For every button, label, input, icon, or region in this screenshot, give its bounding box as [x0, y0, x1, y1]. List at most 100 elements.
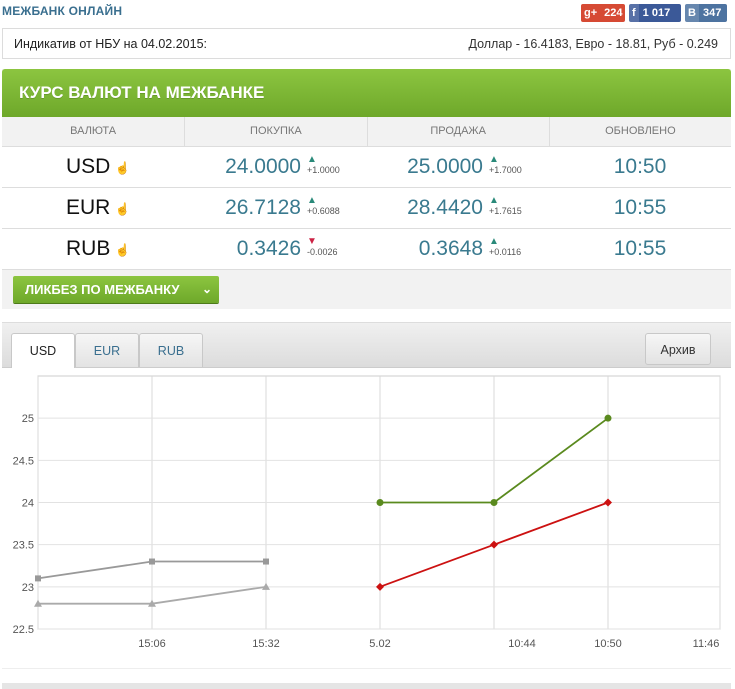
- nbu-rates: Доллар - 16.4183, Евро - 18.81, Руб - 0.…: [468, 37, 718, 51]
- header-sell: ПРОДАЖА: [368, 117, 550, 146]
- y-tick-label: 22.5: [13, 624, 34, 636]
- sell-change: ▲ +0.0116: [489, 236, 522, 258]
- sell-change-value: +1.7615: [489, 206, 522, 216]
- panel-header: КУРС ВАЛЮТ НА МЕЖБАНКЕ: [2, 69, 731, 123]
- table-row: RUB ☝ 0.3426 ▼ -0.0026 0.3648 ▲ +0.0116 10:55: [2, 229, 731, 270]
- arrow-up-icon: ▲: [307, 154, 317, 165]
- rate-chart-svg: 22.5 23 23.5 24 24.5 25 15:06 15:32 5.02 10:44 10:…: [13, 375, 721, 650]
- x-tick-label: 10:44: [508, 638, 536, 650]
- arrow-up-icon: ▲: [307, 195, 317, 206]
- buy-change: ▼ -0.0026: [307, 236, 338, 258]
- data-point: [35, 575, 41, 582]
- header-buy: ПОКУПКА: [185, 117, 368, 146]
- updated-cell: 10:55: [549, 188, 731, 228]
- x-tick-label: 10:50: [594, 638, 622, 650]
- sell-cell: 28.4420 ▲ +1.7615: [367, 188, 549, 228]
- currency-cell: USD ☝: [2, 147, 185, 187]
- x-tick-label: 11:46: [693, 638, 720, 650]
- arrow-down-icon: ▼: [307, 236, 317, 247]
- y-tick-label: 23.5: [13, 540, 34, 552]
- table-row: EUR ☝ 26.7128 ▲ +0.6088 28.4420 ▲ +1.7615 10:55: [2, 188, 731, 229]
- buy-cell: 26.7128 ▲ +0.6088: [185, 188, 367, 228]
- currency-code[interactable]: RUB: [66, 237, 110, 261]
- header-updated: ОБНОВЛЕНО: [605, 125, 676, 137]
- sell-rate: 28.4420: [407, 196, 483, 219]
- updated-time: 10:50: [613, 155, 667, 178]
- data-point: [490, 499, 498, 506]
- data-point: [149, 558, 155, 565]
- sell-change: ▲ +1.7000: [489, 154, 522, 176]
- site-title[interactable]: МЕЖБАНК ОНЛАЙН: [2, 4, 122, 18]
- y-tick-label: 24.5: [13, 455, 34, 467]
- table-body: USD ☝ 24.0000 ▲ +1.0000 25.0000 ▲ +1.7000 10:50 E…: [2, 147, 731, 270]
- updated-time: 10:55: [613, 237, 667, 260]
- top-bar: МЕЖБАНК ОНЛАЙН g+ 224 f 1 017 B 347: [0, 0, 735, 26]
- table-row: USD ☝ 24.0000 ▲ +1.0000 25.0000 ▲ +1.7000 10:50: [2, 147, 731, 188]
- rate-chart: 22.5 23 23.5 24 24.5 25 15:06 15:32 5.02 10:44 10:…: [2, 368, 731, 668]
- tab-usd[interactable]: USD: [11, 333, 75, 368]
- buy-change-value: -0.0026: [307, 247, 338, 257]
- buy-change-value: +0.6088: [307, 206, 340, 216]
- x-tick-label: 5.02: [369, 638, 390, 650]
- buy-rate: 24.0000: [225, 155, 301, 178]
- nbu-label: Индикатив от НБУ на 04.02.2015:: [14, 37, 207, 51]
- panel-title: КУРС ВАЛЮТ НА МЕЖБАНКЕ: [19, 83, 265, 102]
- header-currency: ВАЛЮТА: [2, 117, 186, 146]
- y-tick-label: 23: [22, 582, 34, 594]
- data-point: [604, 414, 612, 422]
- buy-rate: 0.3426: [236, 237, 301, 260]
- table-header: ВАЛЮТА ПОКУПКА ПРОДАЖА ОБНОВЛЕНО: [2, 117, 731, 147]
- x-tick-label: 15:06: [138, 638, 166, 650]
- chevron-down-icon: ⌄: [201, 282, 212, 296]
- arrow-up-icon: ▲: [489, 195, 499, 206]
- archive-button[interactable]: Архив: [645, 333, 711, 365]
- updated-time: 10:55: [613, 196, 667, 219]
- data-point: [376, 499, 384, 506]
- gplus-share-button[interactable]: g+ 224: [581, 4, 625, 22]
- likbez-label: ЛИКБЕЗ ПО МЕЖБАНКУ: [25, 282, 180, 297]
- buy-change-value: +1.0000: [307, 165, 340, 175]
- arrow-up-icon: ▲: [489, 236, 499, 247]
- facebook-count: 1 017: [642, 7, 671, 19]
- vk-icon: B: [685, 4, 699, 22]
- arrow-up-icon: ▲: [489, 154, 499, 165]
- rates-table: ВАЛЮТА ПОКУПКА ПРОДАЖА ОБНОВЛЕНО USD ☝ 24.…: [2, 117, 731, 270]
- pointer-icon: ☝: [115, 202, 130, 216]
- sell-cell: 25.0000 ▲ +1.7000: [367, 147, 549, 187]
- data-point: [263, 558, 269, 565]
- sell-rate: 25.0000: [407, 155, 483, 178]
- tab-rub[interactable]: RUB: [139, 333, 203, 367]
- facebook-share-button[interactable]: f 1 017: [629, 4, 681, 22]
- buy-change: ▲ +0.6088: [307, 195, 340, 217]
- sell-rate: 0.3648: [418, 237, 483, 260]
- buy-cell: 0.3426 ▼ -0.0026: [185, 229, 367, 269]
- buy-cell: 24.0000 ▲ +1.0000: [185, 147, 367, 187]
- pointer-icon: ☝: [115, 161, 130, 175]
- x-tick-label: 15:32: [252, 638, 280, 650]
- chart-tabs: USD EUR RUB Архив: [2, 323, 731, 368]
- y-tick-label: 24: [22, 498, 34, 510]
- y-tick-label: 25: [22, 413, 34, 425]
- sell-change: ▲ +1.7615: [489, 195, 522, 217]
- buy-rate: 26.7128: [225, 196, 301, 219]
- gplus-count: 224: [604, 7, 623, 19]
- sell-change-value: +1.7000: [489, 165, 522, 175]
- updated-cell: 10:55: [549, 229, 731, 269]
- currency-code[interactable]: USD: [66, 155, 110, 179]
- nbu-indicative-bar: Индикатив от НБУ на 04.02.2015: Доллар -…: [2, 28, 731, 59]
- vk-share-button[interactable]: B 347: [685, 4, 727, 22]
- vk-count: 347: [702, 7, 722, 19]
- currency-code[interactable]: EUR: [66, 196, 110, 220]
- currency-cell: EUR ☝: [2, 188, 185, 228]
- sell-change-value: +0.0116: [489, 247, 522, 257]
- currency-cell: RUB ☝: [2, 229, 185, 269]
- tab-eur[interactable]: EUR: [75, 333, 139, 367]
- facebook-icon: f: [629, 4, 639, 22]
- gplus-icon: g+: [584, 7, 598, 19]
- likbez-button[interactable]: ЛИКБЕЗ ПО МЕЖБАНКУ ⌄: [13, 276, 219, 303]
- buy-change: ▲ +1.0000: [307, 154, 340, 176]
- interbank-rates-panel: КУРС ВАЛЮТ НА МЕЖБАНКЕ ВАЛЮТА ПОКУПКА ПР…: [2, 69, 731, 309]
- pointer-icon: ☝: [115, 243, 130, 257]
- sell-cell: 0.3648 ▲ +0.0116: [367, 229, 549, 269]
- bottom-divider: [2, 683, 731, 689]
